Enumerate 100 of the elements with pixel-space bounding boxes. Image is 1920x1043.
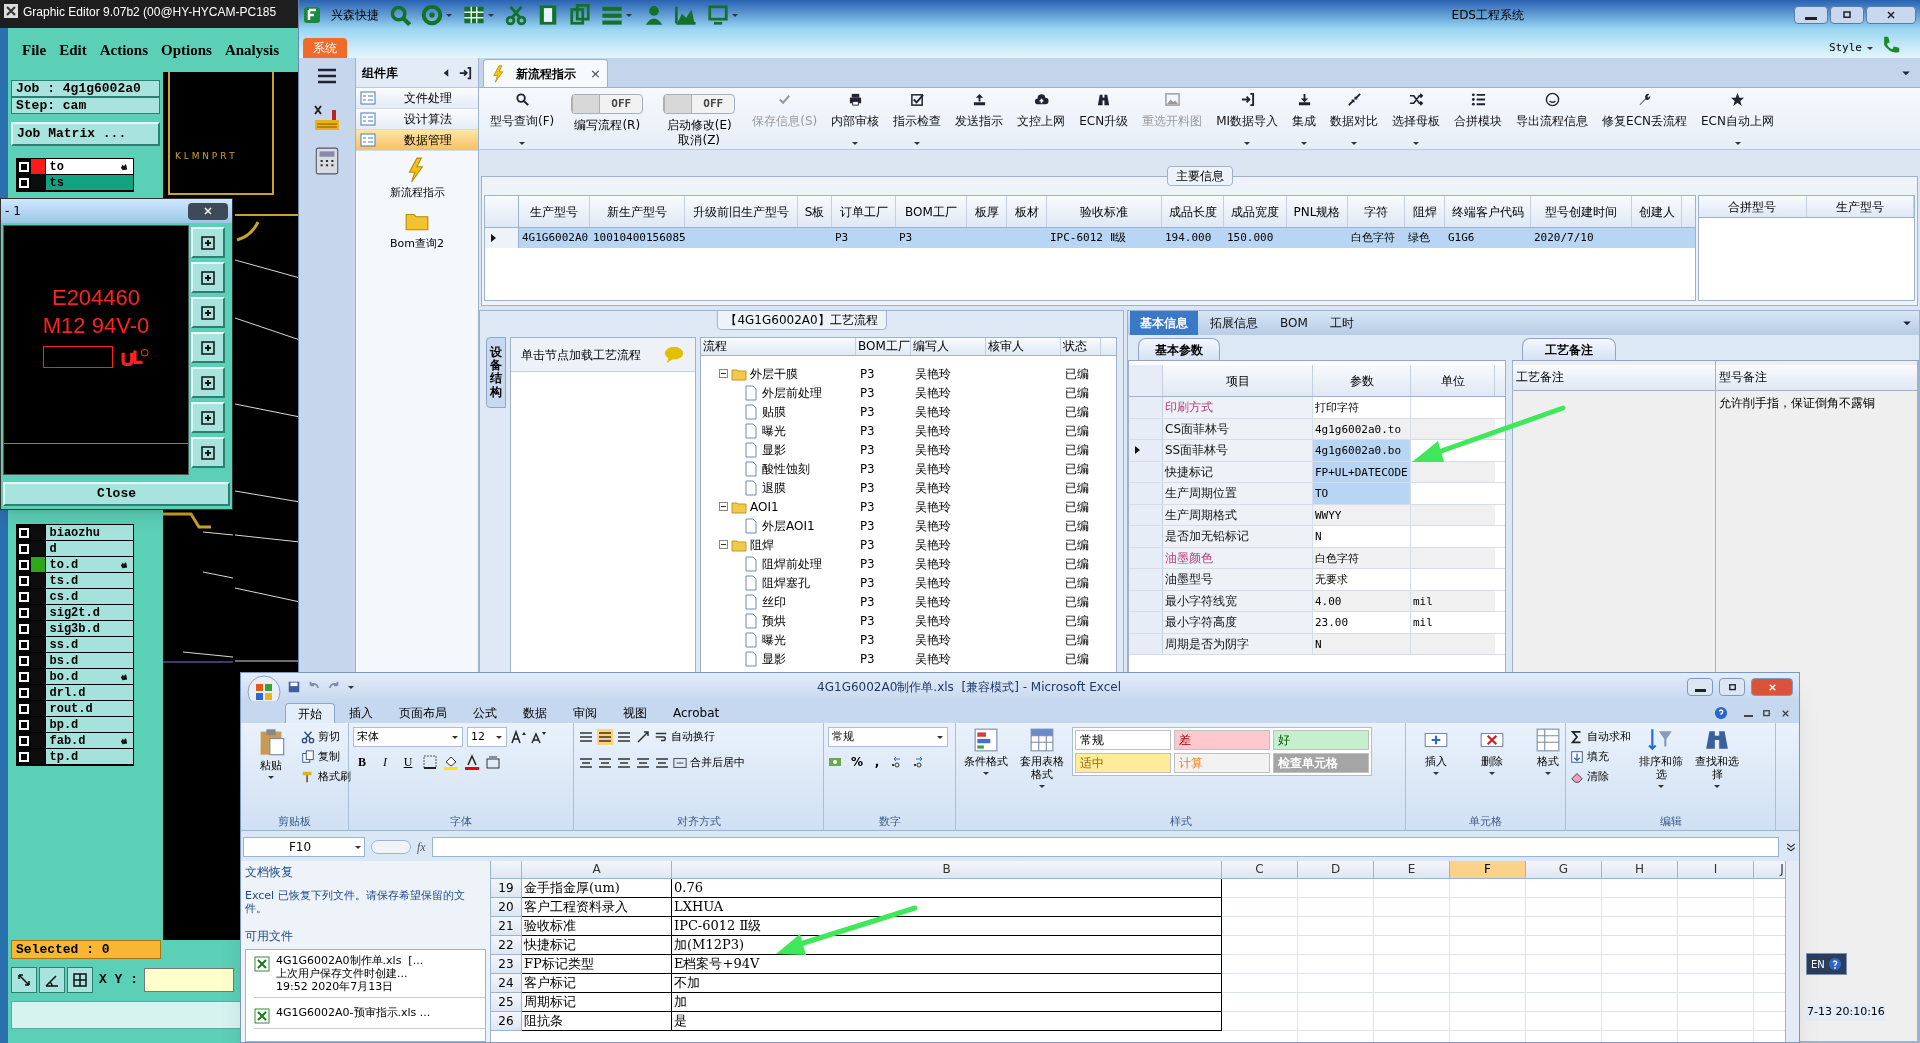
column-header[interactable]: 成品长度 [1162, 196, 1224, 227]
component-item[interactable]: 数据管理 [356, 130, 478, 151]
column-header[interactable]: 验收标准 [1047, 196, 1162, 227]
toolbar-button[interactable]: 集成 [1285, 88, 1324, 150]
minimize-button[interactable] [1687, 678, 1713, 696]
parameter-value[interactable]: 4.00 [1313, 590, 1411, 611]
detail-tab[interactable]: 拓展信息 [1200, 311, 1268, 335]
row-header[interactable]: 23 [491, 955, 522, 974]
quick-access-button[interactable] [643, 4, 665, 26]
component-item[interactable]: 文件处理 [356, 88, 478, 109]
row-header[interactable]: 20 [491, 898, 522, 917]
ribbon-tab[interactable]: 视图 [611, 703, 659, 723]
ribbon-tab[interactable]: 页面布局 [387, 703, 459, 723]
ribbon-tab[interactable]: 公式 [461, 703, 509, 723]
toolbar-button[interactable]: 型号查询(F) [483, 88, 562, 150]
tool-button[interactable] [67, 967, 93, 993]
cells-button[interactable]: 插入 [1410, 727, 1462, 776]
number-format-field[interactable]: 常规 [828, 727, 948, 747]
layer-row[interactable]: ts [44, 175, 133, 190]
layer-row[interactable]: ts.d [44, 573, 133, 588]
quick-access-button[interactable] [505, 4, 527, 26]
detail-tab[interactable]: BOM [1270, 311, 1318, 335]
layer-checkbox[interactable] [18, 639, 29, 650]
view-tool-button[interactable] [191, 402, 225, 433]
view-tool-button[interactable] [191, 437, 225, 468]
number-format-button[interactable]: , [870, 753, 884, 771]
ribbon-tab[interactable]: 数据 [511, 703, 559, 723]
row-header[interactable]: 26 [491, 1012, 522, 1031]
column-header[interactable]: 板材 [1007, 196, 1047, 227]
layer-checkbox[interactable] [18, 735, 29, 746]
cell-style[interactable]: 常规 [1075, 730, 1171, 750]
format-painter-button[interactable]: 格式刷 [301, 767, 351, 787]
toggle-switch[interactable]: OFF [571, 94, 644, 114]
column-header[interactable]: 创建人 [1632, 196, 1682, 227]
parameter-value[interactable]: 4g1g6002a0.to [1313, 418, 1411, 439]
copy-button[interactable]: 复制 [301, 747, 351, 767]
font-size-field[interactable]: 12 [467, 727, 507, 747]
layer-checkbox[interactable] [18, 623, 29, 634]
recovery-entry[interactable]: 4G1G6002A0-预审指示.xls ... [254, 1006, 485, 1029]
layer-checkbox[interactable] [18, 655, 29, 666]
layer-checkbox[interactable] [18, 543, 29, 554]
tree-row[interactable]: 预烘 P3 吴艳玲 已编 [701, 611, 1116, 630]
toolbar-button[interactable]: 数据对比 [1323, 88, 1386, 150]
recovery-entry[interactable]: 4G1G6002A0制作单.xls [... 上次用户保存文件时创建... 19:52 2020年7月13日 [254, 954, 485, 998]
quick-access-button[interactable] [389, 4, 411, 26]
toolbar-button[interactable]: 合拼模块 [1447, 88, 1510, 150]
close-button[interactable]: × [590, 63, 601, 84]
cells-button[interactable]: 删除 [1466, 727, 1518, 776]
parameter-value[interactable]: N [1313, 633, 1411, 654]
number-format-button[interactable]: % [850, 753, 864, 771]
shortcut-button[interactable]: Bom查询2 [356, 207, 478, 252]
column-header[interactable]: B [672, 861, 1222, 878]
column-header[interactable]: G [1526, 861, 1602, 878]
tree-row[interactable]: 阻焊塞孔 P3 吴艳玲 已编 [701, 573, 1116, 592]
shortcut-button[interactable]: 新流程指示 [356, 157, 478, 202]
maximize-button[interactable] [1719, 678, 1745, 696]
tree-row[interactable]: 外层干膜 P3 吴艳玲 已编 [701, 364, 1116, 383]
row-header[interactable]: 19 [491, 879, 522, 898]
column-header[interactable]: 订单工厂 [832, 196, 896, 227]
paste-button[interactable]: 粘贴 [245, 727, 297, 780]
layer-row[interactable]: ss.d [44, 637, 133, 652]
cell-style[interactable]: 适中 [1075, 753, 1171, 773]
parameter-value[interactable]: FP+UL+DATECODE [1313, 461, 1411, 482]
row-header[interactable]: 24 [491, 974, 522, 993]
conditional-format-button[interactable]: 条件格式 [960, 727, 1012, 776]
column-header[interactable]: 项目 [1163, 365, 1313, 396]
column-header[interactable]: 生产型号 [1806, 196, 1914, 217]
side-tab[interactable]: 设备结构 [486, 337, 506, 408]
pin-button[interactable] [458, 65, 472, 80]
quick-access-button[interactable] [537, 4, 559, 26]
column-header[interactable]: 板厚 [967, 196, 1007, 227]
tree-row[interactable]: 阻焊前处理 P3 吴艳玲 已编 [701, 554, 1116, 573]
close-button[interactable] [188, 202, 228, 220]
layer-row[interactable]: bp.d [44, 717, 133, 732]
toolbar-button[interactable]: 文控上网 [1010, 88, 1073, 150]
parameter-value[interactable]: 打印字符 [1313, 397, 1411, 418]
column-header[interactable]: 阻焊 [1405, 196, 1445, 227]
toggle-switch[interactable]: OFF [663, 94, 736, 114]
layer-checkbox[interactable] [18, 177, 29, 188]
toolbar-button[interactable]: 选择母板 [1385, 88, 1448, 150]
column-header[interactable]: 生产型号 [519, 196, 590, 227]
toolbar-button[interactable]: 修复ECN丢流程 [1595, 88, 1695, 150]
column-header[interactable]: 型号创建时间 [1531, 196, 1632, 227]
parameter-value[interactable]: 无要求 [1313, 569, 1411, 590]
column-header[interactable]: 字符 [1348, 196, 1405, 227]
tree-row[interactable]: 显影 P3 吴艳玲 已编 [701, 649, 1116, 668]
toolbar-button[interactable]: MI数据导入 [1209, 88, 1286, 150]
column-header[interactable]: 新生产型号 [590, 196, 685, 227]
column-header[interactable]: D [1298, 861, 1374, 878]
cell-style[interactable]: 差 [1174, 730, 1270, 750]
format-button[interactable]: U [399, 753, 417, 771]
row-header[interactable] [1129, 440, 1163, 461]
column-header[interactable]: I [1678, 861, 1754, 878]
language-bar[interactable]: EN [1806, 953, 1847, 975]
column-header[interactable]: H [1602, 861, 1678, 878]
tree-row[interactable]: 曝光 P3 吴艳玲 已编 [701, 421, 1116, 440]
layer-row[interactable]: cs.d [44, 589, 133, 604]
formula-field[interactable] [431, 837, 1779, 857]
format-button[interactable]: I [376, 753, 394, 771]
column-header[interactable]: 核审人 [986, 338, 1061, 355]
